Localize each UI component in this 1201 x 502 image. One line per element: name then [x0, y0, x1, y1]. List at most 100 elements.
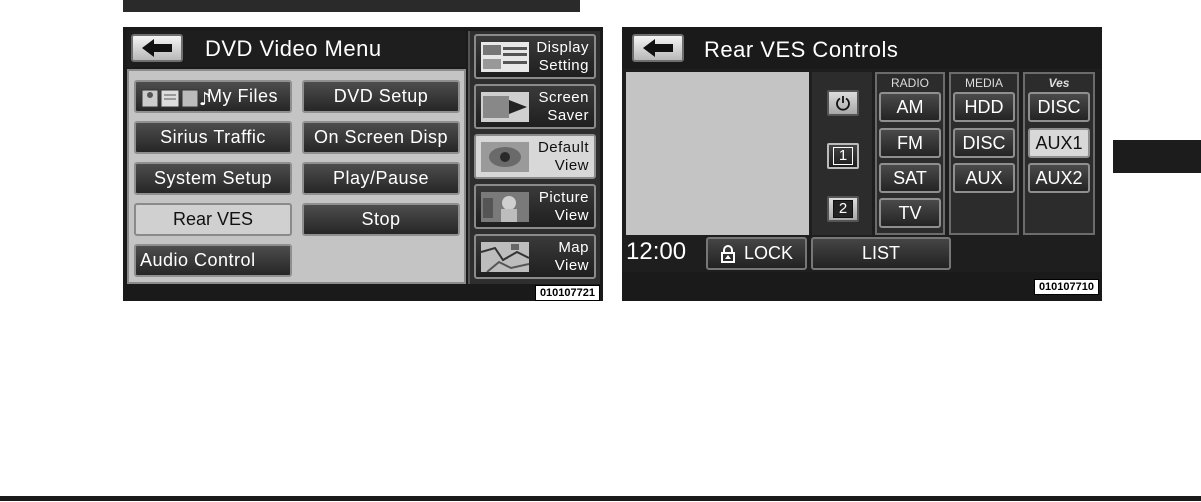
radio-header: RADIO: [890, 76, 929, 90]
system-setup-label: System Setup: [153, 168, 273, 188]
list-label: LIST: [861, 243, 900, 263]
video-preview-area: [626, 72, 809, 235]
screen-saver-line2: Saver: [547, 107, 589, 124]
rear-ves-controls-screen: Rear VES Controls 1 2 RADIO AM FM SAT TV…: [622, 27, 1102, 301]
my-files-icon: ♪: [141, 89, 209, 109]
play-pause-label: Play/Pause: [332, 168, 430, 188]
channel-2-label: 2: [832, 200, 854, 218]
media-disc-label: DISC: [962, 132, 1006, 153]
bottom-rule: [0, 496, 1201, 501]
map-view-line2: View: [554, 257, 589, 274]
default-view-line2: View: [554, 157, 589, 174]
my-files-label: My Files: [207, 86, 278, 106]
view-options-panel: Display Setting Screen Saver Default Vie…: [468, 31, 600, 284]
ves-disc-button[interactable]: DISC: [1028, 92, 1090, 122]
radio-column: RADIO AM FM SAT TV: [875, 72, 945, 235]
stop-label: Stop: [361, 209, 401, 229]
ves-column: Ves DISC AUX1 AUX2: [1023, 72, 1095, 235]
ves-aux2-button[interactable]: AUX2: [1028, 163, 1090, 193]
system-setup-button[interactable]: System Setup: [134, 162, 292, 195]
default-view-label: Default View: [525, 139, 589, 175]
page-title: DVD Video Menu: [205, 36, 382, 61]
image-code: 010107710: [1033, 279, 1099, 295]
picture-view-thumbnail-icon: [481, 192, 529, 222]
back-button[interactable]: [131, 34, 183, 62]
title-bar: DVD Video Menu: [127, 31, 466, 67]
list-button[interactable]: LIST: [811, 237, 951, 270]
media-header: MEDIA: [964, 76, 1003, 90]
stop-button[interactable]: Stop: [302, 203, 460, 236]
display-setting-label: Display Setting: [525, 39, 589, 75]
sat-label: SAT: [893, 167, 927, 188]
map-view-label: Map View: [525, 239, 589, 275]
radio-sat-button[interactable]: SAT: [879, 163, 941, 193]
tv-label: TV: [898, 202, 922, 223]
main-menu: ♪ My Files Sirius Traffic System Setup R…: [127, 69, 466, 284]
my-files-button[interactable]: ♪ My Files: [134, 80, 292, 113]
channel-1-label: 1: [832, 147, 854, 165]
audio-control-label: Audio Control: [140, 250, 256, 270]
top-dark-bar: [123, 0, 580, 12]
default-view-thumbnail-icon: [481, 142, 529, 172]
power-button[interactable]: [827, 90, 859, 116]
sirius-traffic-button[interactable]: Sirius Traffic: [134, 121, 292, 154]
picture-view-label: Picture View: [525, 189, 589, 225]
map-view-button[interactable]: Map View: [474, 234, 596, 279]
ves-header: Ves: [1048, 76, 1070, 90]
media-hdd-button[interactable]: HDD: [953, 92, 1015, 122]
default-view-button[interactable]: Default View: [474, 134, 596, 179]
map-view-line1: Map: [558, 239, 589, 256]
clock: 12:00: [626, 238, 687, 265]
media-disc-button[interactable]: DISC: [953, 128, 1015, 158]
radio-tv-button[interactable]: TV: [879, 198, 941, 228]
dvd-setup-button[interactable]: DVD Setup: [302, 80, 460, 113]
lock-button[interactable]: LOCK: [706, 237, 807, 270]
picture-view-line1: Picture: [538, 189, 589, 206]
audio-control-button[interactable]: Audio Control: [134, 244, 292, 277]
image-code: 010107721: [534, 285, 600, 301]
on-screen-disp-button[interactable]: On Screen Disp: [302, 121, 460, 154]
play-pause-button[interactable]: Play/Pause: [302, 162, 460, 195]
channel-1-button[interactable]: 1: [827, 143, 859, 169]
lock-label: LOCK: [743, 243, 794, 263]
display-setting-line2: Setting: [538, 57, 589, 74]
display-setting-thumbnail-icon: [481, 42, 529, 72]
radio-am-button[interactable]: AM: [879, 92, 941, 122]
hdd-label: HDD: [964, 96, 1004, 117]
am-label: AM: [896, 96, 924, 117]
screen-saver-line1: Screen: [538, 89, 589, 106]
svg-text:♪: ♪: [199, 89, 209, 109]
screen-saver-label: Screen Saver: [525, 89, 589, 125]
status-bar: 12:00 LOCK LIST: [622, 235, 1102, 272]
back-button[interactable]: [632, 34, 684, 62]
channel-controls: 1 2: [812, 72, 872, 235]
radio-fm-button[interactable]: FM: [879, 128, 941, 158]
side-section-tab: [1113, 140, 1201, 173]
fm-label: FM: [897, 132, 923, 153]
page-title: Rear VES Controls: [704, 37, 899, 62]
media-aux-button[interactable]: AUX: [953, 163, 1015, 193]
default-view-line1: Default: [537, 139, 589, 156]
channel-2-button[interactable]: 2: [827, 196, 859, 222]
dvd-video-menu-screen: DVD Video Menu ♪ My Files Sirius Traffic…: [123, 27, 603, 301]
rear-ves-label: Rear VES: [172, 209, 254, 229]
screen-saver-thumbnail-icon: [481, 92, 529, 122]
rear-ves-button[interactable]: Rear VES: [134, 203, 292, 236]
picture-view-line2: View: [554, 207, 589, 224]
title-bar: Rear VES Controls: [622, 27, 1102, 69]
back-arrow-icon: [142, 39, 172, 57]
ves-disc-label: DISC: [1037, 96, 1081, 117]
screen-saver-button[interactable]: Screen Saver: [474, 84, 596, 129]
display-setting-button[interactable]: Display Setting: [474, 34, 596, 79]
lock-icon: [720, 244, 735, 263]
aux2-label: AUX2: [1035, 167, 1083, 188]
picture-view-button[interactable]: Picture View: [474, 184, 596, 229]
dvd-setup-label: DVD Setup: [333, 86, 429, 106]
power-icon: [836, 96, 850, 111]
ves-aux1-button[interactable]: AUX1: [1028, 128, 1090, 158]
map-view-thumbnail-icon: [481, 242, 529, 272]
aux1-label: AUX1: [1035, 132, 1083, 153]
sirius-traffic-label: Sirius Traffic: [160, 127, 266, 147]
display-setting-line1: Display: [536, 39, 589, 56]
on-screen-disp-label: On Screen Disp: [313, 127, 449, 147]
